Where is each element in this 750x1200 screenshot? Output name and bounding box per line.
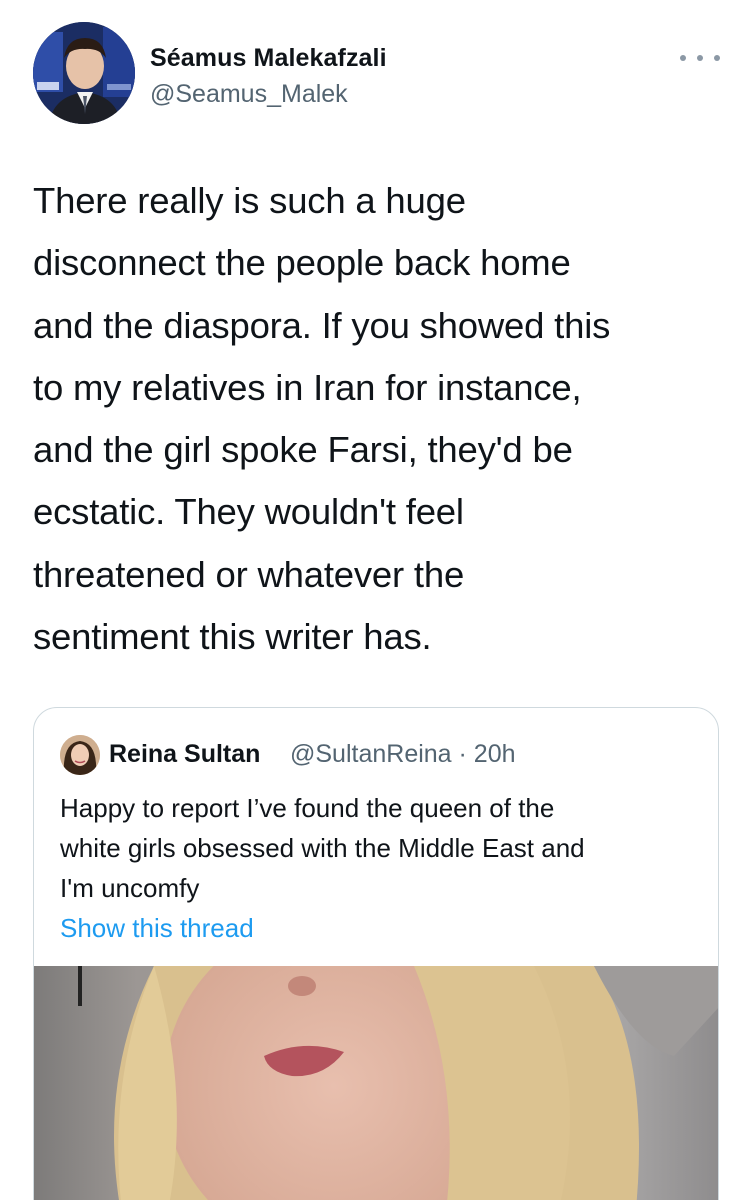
- author-display-name[interactable]: Séamus Malekafzali: [150, 44, 387, 73]
- profile-photo-icon: [60, 735, 100, 775]
- video-thumbnail-icon: [34, 966, 718, 1200]
- dot: [680, 55, 686, 61]
- dot: [697, 55, 703, 61]
- author-handle[interactable]: @Seamus_Malek: [150, 80, 348, 109]
- tweet: Séamus Malekafzali @Seamus_Malek There r…: [0, 0, 750, 1200]
- show-thread-link[interactable]: Show this thread: [60, 913, 254, 944]
- profile-photo-icon: [33, 22, 135, 124]
- quoted-author-name[interactable]: Reina Sultan: [109, 740, 260, 769]
- more-options-icon[interactable]: [680, 50, 720, 66]
- quoted-tweet-card[interactable]: Reina Sultan @SultanReina · 20h Happy to…: [33, 707, 719, 1200]
- author-avatar[interactable]: [33, 22, 135, 124]
- tweet-body-text: There really is such a huge disconnect t…: [33, 180, 611, 658]
- quoted-tweet-text: Happy to report I’ve found the queen of …: [60, 793, 585, 903]
- quoted-media[interactable]: [34, 966, 718, 1200]
- quoted-author-handle-time[interactable]: @SultanReina · 20h: [290, 740, 516, 769]
- dot: [714, 55, 720, 61]
- quoted-author-avatar[interactable]: [60, 735, 100, 775]
